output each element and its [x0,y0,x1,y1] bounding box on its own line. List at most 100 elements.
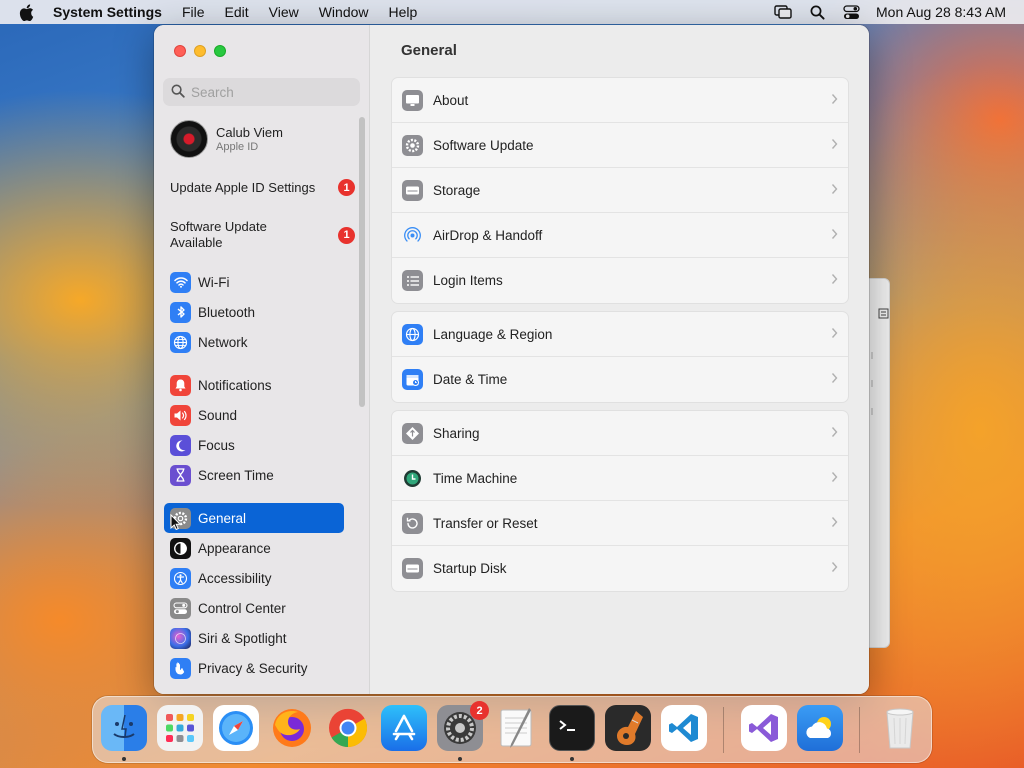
sidebar-item-privacy-security[interactable]: Privacy & Security [164,653,344,683]
row-label: About [433,92,469,108]
sidebar-item-screen-time[interactable]: Screen Time [164,460,344,490]
control-center-icon[interactable] [842,3,860,21]
row-login-items[interactable]: Login Items [392,258,848,303]
app-store-icon[interactable] [381,705,427,751]
zoom-window-button[interactable] [214,45,226,57]
textedit-icon[interactable] [493,705,539,751]
chevron-right-icon [831,184,838,194]
firefox-icon[interactable] [269,705,315,751]
language-globe-icon [402,323,423,345]
sidebar-item-accessibility[interactable]: Accessibility [164,563,344,593]
storage-drive-icon [402,179,423,201]
menu-clock[interactable]: Mon Aug 28 8:43 AM [876,4,1006,20]
window-controls [174,45,226,57]
settings-group-system: Sharing Time Machine Transfer or Reset S… [391,410,849,592]
sidebar-item-network[interactable]: Network [164,327,344,357]
control-center-icon [170,597,191,619]
network-globe-icon [170,331,191,353]
sidebar-item-label: Control Center [198,600,286,616]
wifi-icon [170,271,191,293]
dock-separator [859,707,860,753]
launchpad-icon[interactable] [157,705,203,751]
row-airdrop-handoff[interactable]: AirDrop & Handoff [392,213,848,258]
row-date-time[interactable]: Date & Time [392,357,848,402]
apple-logo-icon[interactable] [16,2,36,22]
sidebar-item-sound[interactable]: Sound [164,400,344,430]
sidebar-item-siri-spotlight[interactable]: Siri & Spotlight [164,623,344,653]
software-update-gear-icon [402,134,423,156]
startup-disk-icon [402,558,423,579]
minimize-window-button[interactable] [194,45,206,57]
finder-icon[interactable] [101,705,147,751]
bluetooth-icon [170,301,191,323]
account-subtitle: Apple ID [216,141,259,153]
row-software-update[interactable]: Software Update [392,123,848,168]
row-transfer-reset[interactable]: Transfer or Reset [392,501,848,546]
transfer-reset-icon [402,512,423,534]
sidebar: Calub Viem Apple ID Update Apple ID Sett… [154,25,370,694]
privacy-hand-icon [170,657,191,679]
notice-software-update[interactable]: Software Update Available 1 [170,219,355,251]
weather-icon[interactable] [797,705,843,751]
row-about[interactable]: About [392,78,848,123]
chevron-right-icon [831,139,838,149]
row-label: Language & Region [433,326,553,342]
chrome-icon[interactable] [325,705,371,751]
row-language-region[interactable]: Language & Region [392,312,848,357]
sidebar-search[interactable] [163,78,360,106]
sidebar-item-general[interactable]: General [164,503,344,533]
trash-icon[interactable] [877,705,923,751]
terminal-icon[interactable] [549,705,595,751]
accessibility-icon [170,567,191,589]
screen-time-hourglass-icon [170,464,191,486]
notice-label: Update Apple ID Settings [170,179,316,195]
menu-help[interactable]: Help [389,4,418,20]
menu-view[interactable]: View [269,4,299,20]
row-storage[interactable]: Storage [392,168,848,213]
row-label: Storage [433,182,481,198]
system-settings-window: Calub Viem Apple ID Update Apple ID Sett… [154,25,869,694]
app-name-menu[interactable]: System Settings [53,4,162,20]
vscode-icon[interactable] [661,705,707,751]
search-input[interactable] [191,84,341,100]
row-startup-disk[interactable]: Startup Disk [392,546,848,591]
search-icon [171,83,185,101]
sidebar-item-label: Wi-Fi [198,274,230,290]
row-time-machine[interactable]: Time Machine [392,456,848,501]
sidebar-item-label: Sound [198,407,238,423]
visual-studio-icon[interactable] [741,705,787,751]
screen-mirroring-icon[interactable] [774,3,792,21]
sidebar-item-control-center[interactable]: Control Center [164,593,344,623]
menu-edit[interactable]: Edit [225,4,249,20]
sidebar-item-focus[interactable]: Focus [164,430,344,460]
sharing-icon [402,422,423,444]
menu-window[interactable]: Window [319,4,369,20]
menu-file[interactable]: File [182,4,205,20]
sidebar-item-notifications[interactable]: Notifications [164,370,344,400]
sidebar-item-appearance[interactable]: Appearance [164,533,344,563]
sidebar-item-label: Screen Time [198,467,274,483]
focus-moon-icon [170,434,191,456]
account-name: Calub Viem [216,125,283,140]
sidebar-scrollbar[interactable] [359,117,365,407]
row-label: Software Update [433,137,534,153]
notice-update-apple-id[interactable]: Update Apple ID Settings 1 [170,179,355,196]
apple-id-account[interactable]: Calub Viem Apple ID [170,120,283,158]
page-title: General [401,42,457,59]
row-label: Login Items [433,273,503,288]
sidebar-item-bluetooth[interactable]: Bluetooth [164,297,344,327]
close-window-button[interactable] [174,45,186,57]
chevron-right-icon [831,274,838,284]
sidebar-item-wifi[interactable]: Wi-Fi [164,267,344,297]
chevron-right-icon [831,427,838,437]
chevron-right-icon [831,472,838,482]
row-sharing[interactable]: Sharing [392,411,848,456]
spotlight-search-icon[interactable] [808,3,826,21]
safari-icon[interactable] [213,705,259,751]
date-time-calendar-icon [402,369,423,390]
garageband-icon[interactable] [605,705,651,751]
row-label: AirDrop & Handoff [433,227,543,243]
system-settings-badge: 2 [470,701,489,720]
sidebar-item-label: Siri & Spotlight [198,630,287,646]
chevron-right-icon [831,562,838,572]
